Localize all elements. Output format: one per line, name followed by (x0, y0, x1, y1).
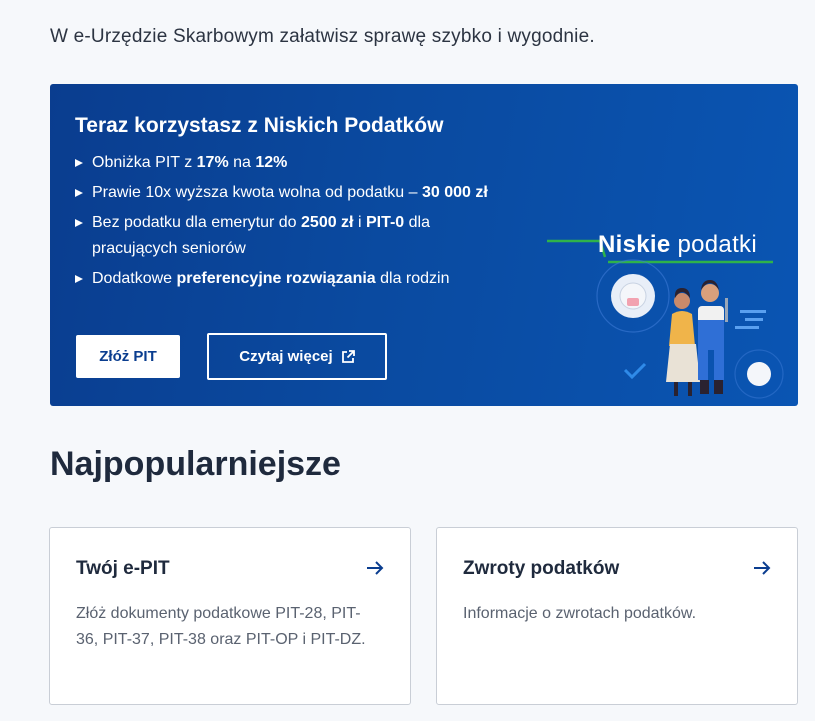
arrow-right-icon[interactable] (753, 560, 771, 576)
arrow-right-icon[interactable] (366, 560, 384, 576)
bullet-item: Obniżka PIT z 17% na 12% (75, 150, 515, 176)
banner-bullet-list: Obniżka PIT z 17% na 12% Prawie 10x wyżs… (75, 150, 515, 296)
card-tax-refunds[interactable]: Zwroty podatków Informacje o zwrotach po… (436, 527, 798, 705)
bullet-item: Dodatkowe preferencyjne rozwiązania dla … (75, 266, 515, 292)
card-e-pit[interactable]: Twój e-PIT Złóż dokumenty podatkowe PIT-… (49, 527, 411, 705)
bullet-item: Bez podatku dla emerytur do 2500 zł i PI… (75, 210, 515, 262)
read-more-label: Czytaj więcej (239, 348, 333, 365)
intro-text: W e-Urzędzie Skarbowym załatwisz sprawę … (50, 26, 595, 47)
card-title: Twój e-PIT (76, 558, 170, 579)
card-description: Informacje o zwrotach podatków. (463, 605, 697, 622)
promo-banner: Teraz korzystasz z Niskich Podatków Obni… (50, 84, 798, 406)
banner-title: Teraz korzystasz z Niskich Podatków (75, 114, 444, 137)
read-more-button[interactable]: Czytaj więcej (207, 333, 387, 380)
card-title: Zwroty podatków (463, 558, 620, 579)
submit-pit-button[interactable]: Złóż PIT (76, 335, 180, 378)
low-taxes-logo: Niskie podatki (598, 231, 757, 258)
section-title: Najpopularniejsze (50, 445, 341, 483)
external-link-icon (341, 349, 355, 363)
bullet-item: Prawie 10x wyższa kwota wolna od podatku… (75, 180, 515, 206)
card-description: Złóż dokumenty podatkowe PIT-28, PIT-36,… (76, 605, 366, 648)
